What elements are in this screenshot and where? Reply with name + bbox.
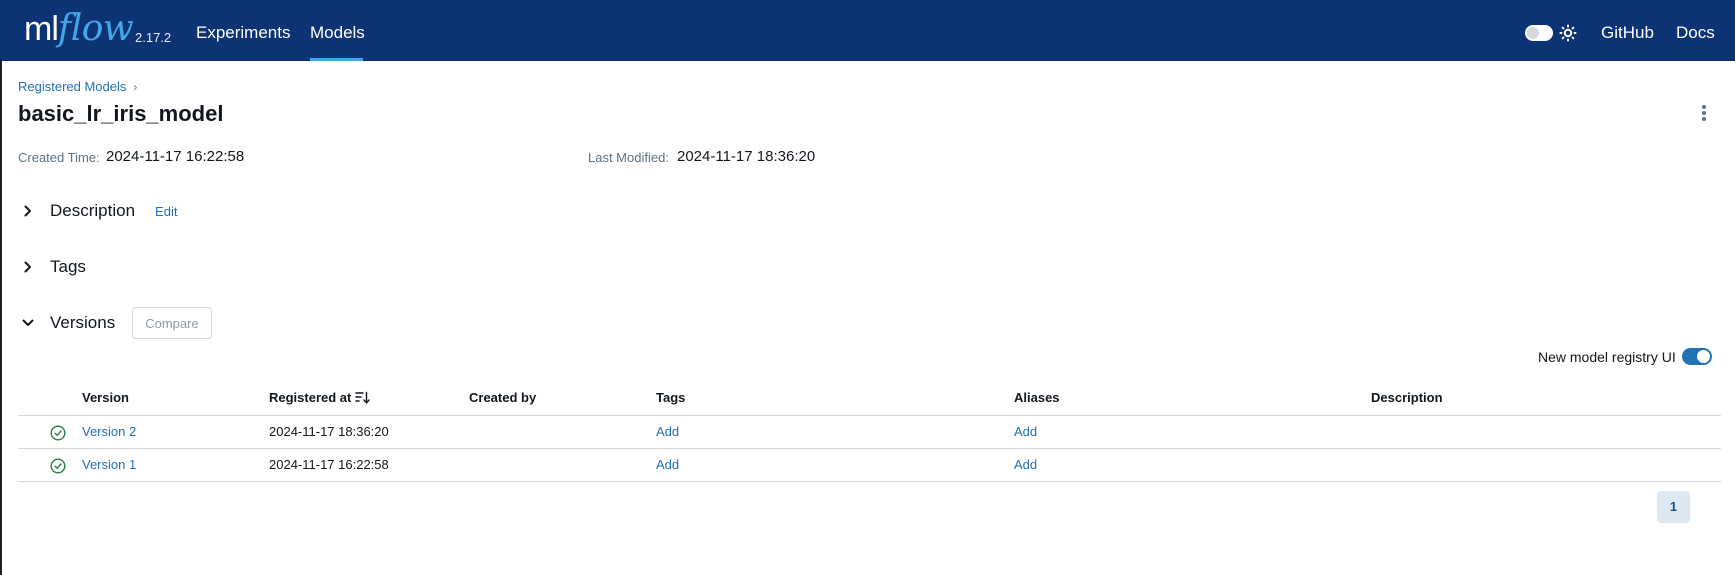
table-header: Version Registered at Created by Tags Al… xyxy=(18,382,1721,416)
chevron-right-icon[interactable] xyxy=(18,257,38,277)
logo-ml-text: ml xyxy=(24,10,59,48)
table-row: Version 1 2024-11-17 16:22:58 Add Add xyxy=(18,449,1721,482)
toggle-knob xyxy=(1527,27,1539,39)
column-header-registered-at-label: Registered at xyxy=(269,390,352,405)
description-edit-link[interactable]: Edit xyxy=(155,204,177,219)
last-modified-value: 2024-11-17 18:36:20 xyxy=(677,148,816,165)
add-alias-link[interactable]: Add xyxy=(1014,416,1037,448)
sun-icon xyxy=(1559,24,1577,42)
created-time-value: 2024-11-17 16:22:58 xyxy=(106,148,245,165)
created-time-label: Created Time: xyxy=(18,150,100,165)
versions-section-title: Versions xyxy=(50,313,116,332)
versions-section-header[interactable]: Versions Compare xyxy=(18,306,212,340)
nav-github[interactable]: GitHub xyxy=(1601,0,1654,61)
column-header-registered-at[interactable]: Registered at xyxy=(269,382,371,414)
column-header-created-by: Created by xyxy=(469,390,537,405)
more-actions-kebab-icon[interactable] xyxy=(1698,104,1710,124)
sort-descending-icon[interactable] xyxy=(355,391,371,404)
add-tag-link[interactable]: Add xyxy=(656,416,679,448)
new-registry-ui-label: New model registry UI xyxy=(1538,348,1676,365)
dark-mode-toggle[interactable] xyxy=(1525,25,1553,41)
breadcrumb-registered-models[interactable]: Registered Models xyxy=(18,79,126,94)
description-section-header[interactable]: Description Edit xyxy=(18,194,177,228)
nav-experiments[interactable]: Experiments xyxy=(196,0,290,61)
chevron-down-icon[interactable] xyxy=(18,313,38,333)
compare-button[interactable]: Compare xyxy=(132,307,212,339)
add-alias-link[interactable]: Add xyxy=(1014,449,1037,481)
app-version: 2.17.2 xyxy=(135,30,172,45)
nav-models[interactable]: Models xyxy=(310,0,365,61)
check-circle-icon xyxy=(50,425,66,441)
tags-section-title: Tags xyxy=(50,257,86,276)
page-title: basic_lr_iris_model xyxy=(18,101,224,126)
window-edge xyxy=(0,0,2,575)
switch-knob xyxy=(1696,350,1710,363)
breadcrumb: Registered Models › xyxy=(18,79,137,94)
column-header-tags: Tags xyxy=(656,390,686,405)
mlflow-logo[interactable]: ml flow xyxy=(24,6,134,52)
description-section-title: Description xyxy=(50,201,136,220)
column-header-version: Version xyxy=(82,390,129,405)
top-navbar: ml flow 2.17.2 Experiments Models GitHub … xyxy=(0,0,1735,61)
breadcrumb-separator-icon: › xyxy=(133,80,138,94)
logo-flow-text: flow xyxy=(57,8,134,49)
new-registry-ui-switch[interactable] xyxy=(1681,348,1712,365)
new-registry-ui-toggle-row: New model registry UI xyxy=(1538,348,1712,365)
versions-table: Version Registered at Created by Tags Al… xyxy=(18,382,1721,482)
last-modified-label: Last Modified: xyxy=(588,150,669,165)
version-link[interactable]: Version 2 xyxy=(82,416,136,448)
chevron-right-icon[interactable] xyxy=(18,201,38,221)
registered-at-cell: 2024-11-17 18:36:20 xyxy=(269,424,389,439)
pagination-page-button[interactable]: 1 xyxy=(1657,491,1690,523)
check-circle-icon xyxy=(50,458,66,474)
table-row: Version 2 2024-11-17 18:36:20 Add Add xyxy=(18,416,1721,449)
version-link[interactable]: Version 1 xyxy=(82,449,136,481)
tags-section-header[interactable]: Tags xyxy=(18,250,86,284)
add-tag-link[interactable]: Add xyxy=(656,449,679,481)
column-header-aliases: Aliases xyxy=(1014,390,1060,405)
nav-docs[interactable]: Docs xyxy=(1676,0,1715,61)
column-header-description: Description xyxy=(1371,390,1443,405)
registered-at-cell: 2024-11-17 16:22:58 xyxy=(269,457,389,472)
